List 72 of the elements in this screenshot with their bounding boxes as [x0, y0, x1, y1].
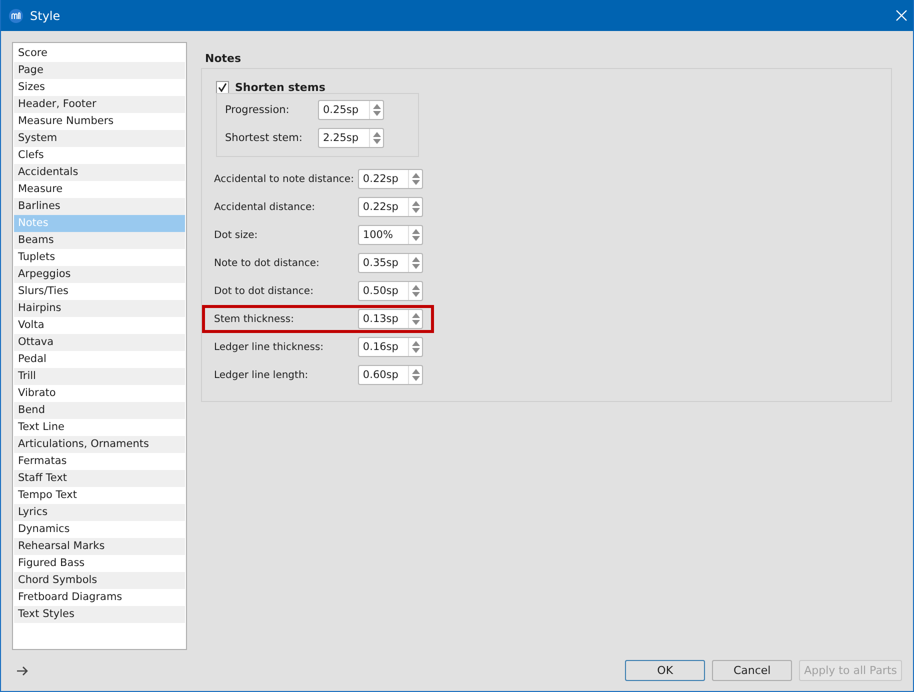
field-label: Accidental to note distance: — [214, 174, 355, 184]
category-item[interactable]: Bend — [14, 402, 185, 419]
category-item[interactable]: Fretboard Diagrams — [14, 589, 185, 606]
spin-arrows-icon[interactable] — [412, 313, 420, 325]
field-label: Note to dot distance: — [214, 258, 320, 268]
field-label: Ledger line thickness: — [214, 342, 325, 352]
category-item[interactable]: Header, Footer — [14, 96, 185, 113]
category-item[interactable]: Measure — [14, 181, 185, 198]
spin-box[interactable]: 0.25sp — [318, 100, 384, 120]
category-item[interactable]: Volta — [14, 317, 185, 334]
checkbox[interactable] — [216, 80, 229, 94]
category-item[interactable]: Text Styles — [14, 606, 185, 623]
spin-arrows-icon[interactable] — [412, 285, 420, 297]
category-item[interactable]: Vibrato — [14, 385, 185, 402]
field-label: Accidental distance: — [214, 202, 316, 212]
category-item[interactable]: System — [14, 130, 185, 147]
category-item[interactable]: Hairpins — [14, 300, 185, 317]
field-label: Ledger line length: — [214, 370, 310, 380]
spin-box[interactable]: 0.50sp — [358, 281, 423, 301]
dialog-button[interactable]: Cancel — [712, 660, 792, 681]
category-item[interactable]: Barlines — [14, 198, 185, 215]
checkbox-label: Shorten stems — [235, 80, 326, 94]
category-item[interactable]: Accidentals — [14, 164, 185, 181]
category-item[interactable]: Articulations, Ornaments — [14, 436, 185, 453]
category-item[interactable]: Dynamics — [14, 521, 185, 538]
close-icon[interactable] — [896, 10, 907, 21]
category-item[interactable]: Pedal — [14, 351, 185, 368]
category-item[interactable]: Text Line — [14, 419, 185, 436]
app-logo-icon — [9, 8, 23, 22]
spin-arrows-icon[interactable] — [412, 173, 420, 185]
spin-box[interactable]: 0.22sp — [358, 197, 423, 217]
spin-arrows-icon[interactable] — [412, 229, 420, 241]
category-item[interactable]: Trill — [14, 368, 185, 385]
spin-box[interactable]: 0.60sp — [358, 365, 423, 385]
spin-arrows-icon[interactable] — [412, 341, 420, 353]
category-item[interactable]: Measure Numbers — [14, 113, 185, 130]
category-item[interactable]: Beams — [14, 232, 185, 249]
window-title: Style — [30, 8, 62, 22]
spin-box[interactable]: 0.22sp — [358, 169, 423, 189]
category-item[interactable]: Tempo Text — [14, 487, 185, 504]
category-item[interactable]: Slurs/Ties — [14, 283, 185, 300]
ok-button[interactable]: OK — [625, 660, 706, 681]
field-label: Shortest stem: — [225, 132, 304, 144]
field-label: Stem thickness: — [214, 314, 295, 324]
field-label: Dot size: — [214, 230, 259, 240]
group-title: Notes — [204, 52, 242, 67]
spin-box[interactable]: 0.13sp — [358, 309, 423, 329]
spin-box[interactable]: 0.16sp — [358, 337, 423, 357]
spin-arrows-icon[interactable] — [372, 132, 380, 144]
category-item[interactable]: Rehearsal Marks — [14, 538, 185, 555]
category-item[interactable]: Ottava — [14, 334, 185, 351]
arrow-icon[interactable] — [17, 666, 28, 676]
spin-arrows-icon[interactable] — [412, 257, 420, 269]
category-item[interactable]: Clefs — [14, 147, 185, 164]
spin-box[interactable]: 0.35sp — [358, 253, 423, 273]
category-item[interactable]: Page — [14, 62, 185, 79]
spin-arrows-icon[interactable] — [412, 201, 420, 213]
spin-box[interactable]: 2.25sp — [318, 128, 384, 148]
spin-arrows-icon[interactable] — [412, 369, 420, 381]
field-label: Progression: — [225, 104, 290, 116]
spin-box[interactable]: 100% — [358, 225, 423, 245]
category-item[interactable]: Chord Symbols — [14, 572, 185, 589]
category-item[interactable]: Figured Bass — [14, 555, 185, 572]
field-label: Dot to dot distance: — [214, 286, 314, 296]
category-item[interactable]: Tuplets — [14, 249, 185, 266]
category-item[interactable]: Score — [14, 45, 185, 62]
spin-arrows-icon[interactable] — [372, 104, 380, 116]
category-item[interactable]: Lyrics — [14, 504, 185, 521]
category-item[interactable]: Arpeggios — [14, 266, 185, 283]
category-item[interactable]: Sizes — [14, 79, 185, 96]
category-item[interactable]: Fermatas — [14, 453, 185, 470]
category-item[interactable]: Staff Text — [14, 470, 185, 487]
